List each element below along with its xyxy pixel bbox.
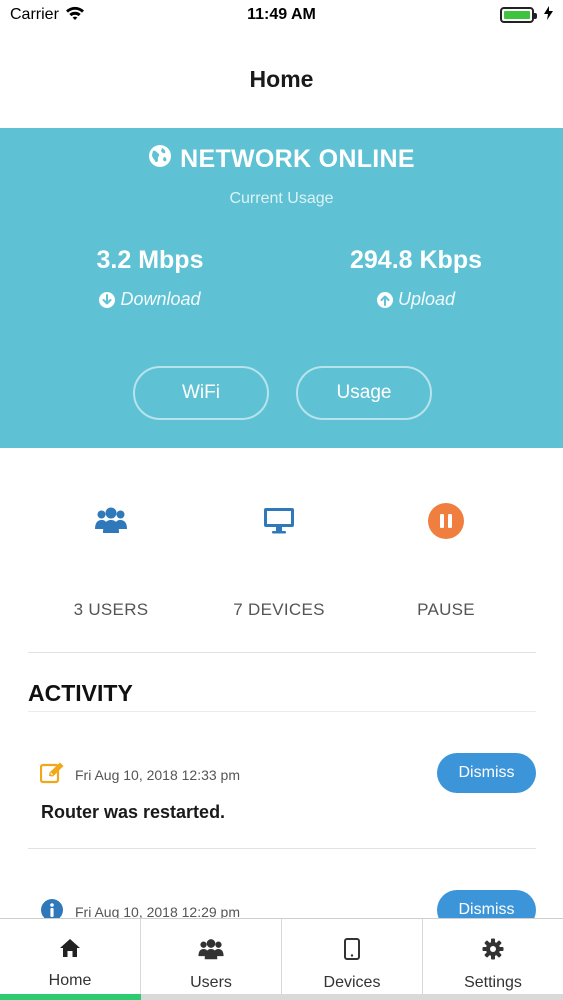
upload-value: 294.8 Kbps: [349, 246, 482, 274]
monitor-icon: [263, 506, 295, 539]
pause-label: PAUSE: [417, 600, 475, 619]
pause-icon: [428, 503, 464, 539]
activity-timestamp: Fri Aug 10, 2018 12:33 pm: [75, 766, 240, 783]
page-title: Home: [249, 65, 314, 92]
status-left: Carrier: [10, 5, 85, 25]
users-icon: [95, 506, 127, 539]
tab-bar: Home Users Devices Settings: [0, 918, 563, 1000]
wifi-button[interactable]: WiFi: [133, 366, 269, 420]
tab-home-label: Home: [48, 972, 92, 989]
quick-actions: 3 USERS 7 DEVICES PAUSE: [0, 448, 563, 653]
tablet-icon: [344, 938, 360, 965]
usage-button[interactable]: Usage: [296, 366, 432, 420]
globe-icon: [148, 144, 172, 175]
tab-devices-label: Devices: [323, 974, 381, 991]
arrow-up-circle-icon: [376, 291, 393, 308]
active-tab-indicator: [0, 994, 141, 1000]
battery-level: [504, 11, 530, 19]
upload-caption: Upload: [296, 289, 536, 310]
activity-message: Router was restarted.: [41, 802, 226, 822]
network-status: NETWORK ONLINE: [0, 144, 563, 175]
nav-bar: Home: [0, 30, 563, 128]
tab-home[interactable]: Home: [0, 919, 140, 1000]
status-bar: Carrier 11:49 AM: [0, 0, 563, 30]
users-icon: [197, 938, 225, 965]
devices-count-label: 7 DEVICES: [233, 600, 325, 619]
tab-settings[interactable]: Settings: [422, 919, 563, 1000]
charging-bolt-icon: [544, 5, 553, 25]
tab-users-label: Users: [190, 974, 232, 991]
download-caption: Download: [30, 289, 270, 310]
network-status-label: NETWORK ONLINE: [180, 145, 415, 173]
battery-icon: [500, 7, 537, 23]
download-label: Download: [120, 289, 201, 309]
devices-action[interactable]: 7 DEVICES: [189, 448, 369, 653]
divider: [28, 848, 536, 849]
home-icon: [59, 938, 81, 963]
divider: [28, 652, 536, 653]
activity-heading: ACTIVITY: [28, 680, 133, 706]
status-right: [500, 5, 553, 25]
dismiss-button[interactable]: Dismiss: [437, 753, 536, 793]
users-count-label: 3 USERS: [73, 600, 149, 619]
tab-settings-label: Settings: [464, 974, 522, 991]
carrier-label: Carrier: [10, 6, 59, 23]
edit-icon: [39, 762, 66, 787]
upload-metric: 294.8 Kbps Upload: [296, 246, 536, 310]
divider: [28, 711, 536, 712]
tab-users[interactable]: Users: [140, 919, 281, 1000]
users-action[interactable]: 3 USERS: [21, 448, 201, 653]
current-usage-label: Current Usage: [229, 190, 334, 207]
tab-devices[interactable]: Devices: [281, 919, 422, 1000]
upload-label: Upload: [397, 289, 456, 309]
network-summary: NETWORK ONLINE Current Usage 3.2 Mbps Do…: [0, 128, 563, 448]
download-metric: 3.2 Mbps Download: [30, 246, 270, 310]
pause-action[interactable]: PAUSE: [356, 448, 536, 653]
gear-icon: [482, 938, 504, 965]
activity-meta: Fri Aug 10, 2018 12:33 pm: [39, 762, 240, 787]
download-value: 3.2 Mbps: [96, 246, 204, 274]
arrow-down-circle-icon: [99, 291, 116, 308]
wifi-signal-icon: [65, 5, 85, 25]
